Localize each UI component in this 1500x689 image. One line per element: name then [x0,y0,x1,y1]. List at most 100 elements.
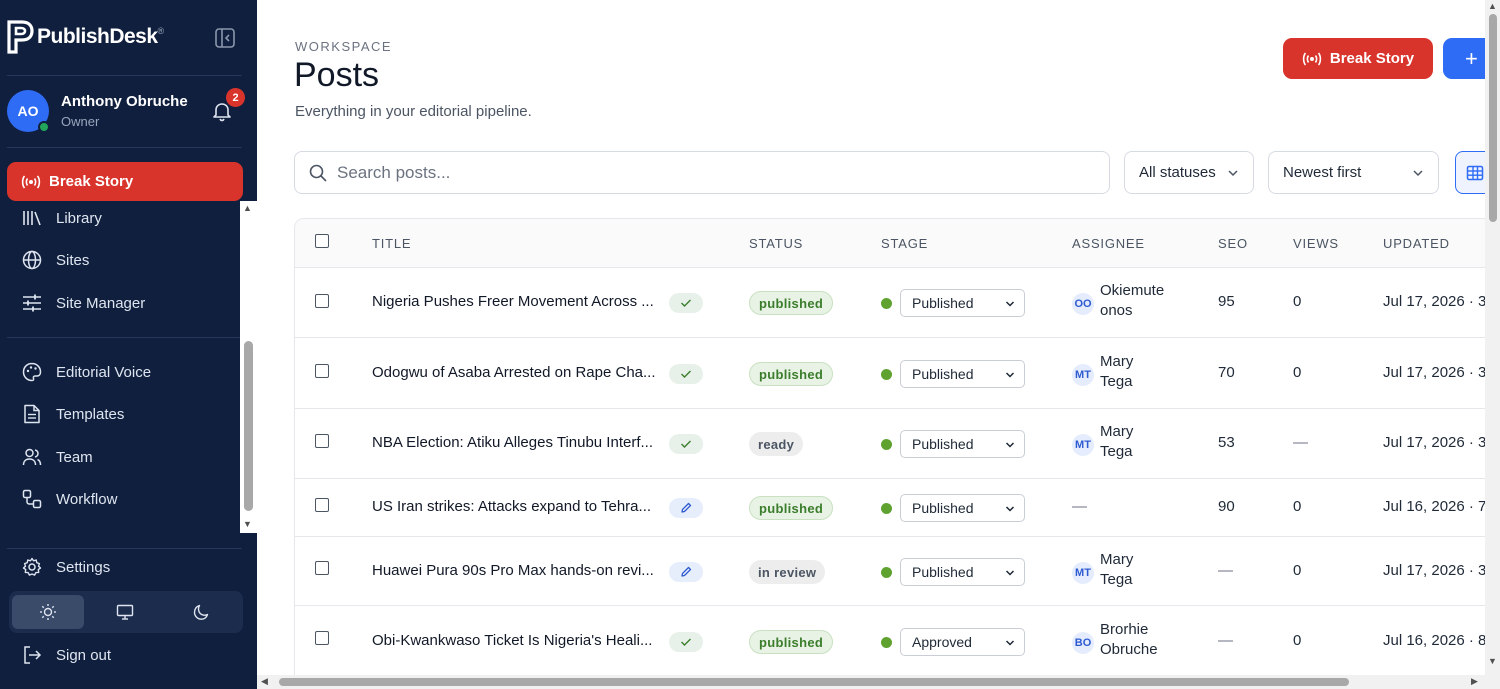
workflow-icon [21,488,43,510]
sign-out-button[interactable]: Sign out [7,637,235,673]
sidebar-item-editorial-voice[interactable]: Editorial Voice [7,354,235,390]
table-row[interactable]: Huawei Pura 90s Pro Max hands-on revi...… [295,537,1485,606]
row-checkbox[interactable] [315,561,329,575]
new-post-button[interactable]: + [1443,38,1485,79]
post-title[interactable]: Odogwu of Asaba Arrested on Rape Cha... [372,364,660,381]
post-title[interactable]: US Iran strikes: Attacks expand to Tehra… [372,498,660,515]
table-row[interactable]: Nigeria Pushes Freer Movement Across ...… [295,268,1485,338]
sidebar-item-label: Library [56,209,102,227]
table-row[interactable]: Odogwu of Asaba Arrested on Rape Cha... … [295,338,1485,409]
sidebar-item-site-manager[interactable]: Site Manager [7,285,235,321]
row-checkbox[interactable] [315,498,329,512]
vertical-scrollbar[interactable]: ▲ ▼ [1485,0,1500,689]
chevron-down-icon [1005,570,1015,576]
break-story-button[interactable]: Break Story [1283,38,1433,79]
views-count: 0 [1293,293,1302,310]
row-checkbox[interactable] [315,364,329,378]
table-view-button[interactable] [1455,151,1485,194]
sidebar-item-settings[interactable]: Settings [7,549,235,585]
status-badge: ready [749,432,804,456]
assignee-name: Mary Tega [1100,353,1134,390]
post-title[interactable]: Huawei Pura 90s Pro Max hands-on revi... [372,562,660,579]
column-header-title[interactable]: TITLE [372,236,411,251]
column-header-seo[interactable]: SEO [1218,236,1248,251]
scroll-up-icon[interactable]: ▲ [1488,1,1497,11]
palette-icon [21,361,43,383]
chevron-down-icon [1228,170,1238,177]
updated-date: Jul 16, 2026 · 7 [1383,498,1485,515]
column-header-stage[interactable]: STAGE [881,236,928,251]
views-count: 0 [1293,498,1302,515]
divider [7,75,242,76]
stage-select[interactable]: Published [900,558,1025,586]
sidebar-item-library[interactable]: Library [7,200,235,236]
scroll-left-icon[interactable]: ◀ [261,676,268,687]
search-box[interactable] [294,151,1110,194]
sidebar-item-sites[interactable]: Sites [7,242,235,278]
sidebar-item-label: Site Manager [56,294,146,312]
row-checkbox[interactable] [315,434,329,448]
notification-badge: 2 [226,88,245,107]
status-filter-select[interactable]: All statuses [1124,151,1254,194]
stage-select[interactable]: Approved [900,628,1025,656]
user-profile[interactable]: AO Anthony Obruche Owner 2 [7,88,247,134]
seo-score: — [1218,562,1233,579]
post-title[interactable]: Obi-Kwankwaso Ticket Is Nigeria's Heali.… [372,632,660,649]
sidebar-item-team[interactable]: Team [7,439,235,475]
user-name: Anthony Obruche [61,93,188,110]
sidebar-collapse-icon[interactable] [214,27,236,49]
stage-select[interactable]: Published [900,289,1025,317]
page-subtitle: Everything in your editorial pipeline. [295,103,532,120]
table-row[interactable]: NBA Election: Atiku Alleges Tinubu Inter… [295,409,1485,479]
chevron-down-icon [1005,506,1015,512]
break-story-button[interactable]: Break Story [7,162,243,201]
select-all-checkbox[interactable] [315,234,329,248]
pencil-icon [681,566,692,577]
gear-icon [21,556,43,578]
status-badge: published [749,630,834,654]
post-title[interactable]: NBA Election: Atiku Alleges Tinubu Inter… [372,434,660,451]
sort-value: Newest first [1283,164,1362,181]
scroll-down-icon[interactable]: ▼ [243,519,252,529]
sign-out-icon [21,644,43,666]
broadcast-icon [1302,51,1322,66]
views-count: 0 [1293,562,1302,579]
column-header-updated[interactable]: UPDATED [1383,236,1450,251]
column-header-views[interactable]: VIEWS [1293,236,1339,251]
sidebar-scrollbar[interactable]: ▲ ▼ [240,201,257,533]
stage-value: Published [912,295,974,311]
table-row[interactable]: US Iran strikes: Attacks expand to Tehra… [295,479,1485,537]
theme-system-button[interactable] [89,595,161,629]
stage-select[interactable]: Published [900,360,1025,388]
assignee-avatar: OO [1072,293,1094,315]
status-filter-value: All statuses [1139,164,1216,181]
scroll-down-icon[interactable]: ▼ [1488,656,1497,666]
row-checkbox[interactable] [315,294,329,308]
check-chip [669,364,703,384]
sidebar-item-templates[interactable]: Templates [7,396,235,432]
column-header-assignee[interactable]: ASSIGNEE [1072,236,1145,251]
column-header-status[interactable]: STATUS [749,236,803,251]
row-checkbox[interactable] [315,631,329,645]
table-row[interactable]: Obi-Kwankwaso Ticket Is Nigeria's Heali.… [295,606,1485,675]
search-input[interactable] [337,162,1037,183]
views-count: 0 [1293,632,1302,649]
horizontal-scrollbar[interactable]: ◀ ▶ [257,675,1485,689]
user-role: Owner [61,114,100,129]
stage-indicator-dot [881,369,892,380]
assignee-avatar: MT [1072,364,1094,386]
stage-select[interactable]: Published [900,494,1025,522]
views-count: — [1293,434,1308,451]
scrollbar-thumb[interactable] [1489,14,1497,222]
sidebar-item-workflow[interactable]: Workflow [7,481,235,517]
sort-select[interactable]: Newest first [1268,151,1439,194]
theme-light-button[interactable] [12,595,84,629]
theme-dark-button[interactable] [166,595,238,629]
stage-select[interactable]: Published [900,430,1025,458]
scrollbar-thumb[interactable] [244,341,253,511]
scroll-up-icon[interactable]: ▲ [243,203,252,213]
scrollbar-thumb[interactable] [279,678,1349,686]
brand-logo[interactable]: PublishDesk ® [7,20,164,54]
post-title[interactable]: Nigeria Pushes Freer Movement Across ... [372,293,660,310]
scroll-right-icon[interactable]: ▶ [1471,676,1478,687]
